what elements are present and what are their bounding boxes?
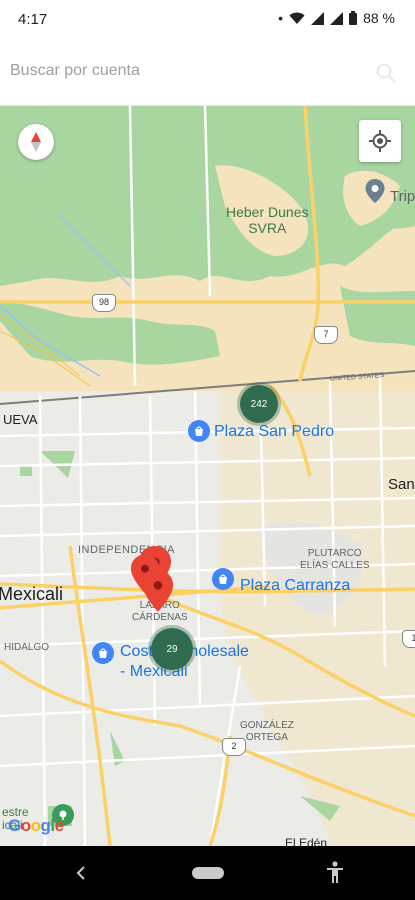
wifi-icon [289, 12, 305, 24]
district-label-plutarco: PLUTARCO ELÍAS CALLES [300, 548, 370, 571]
cluster-marker-242[interactable]: 242 [237, 382, 281, 426]
location-pin-icon[interactable] [364, 179, 386, 203]
place-label-tripl: Tripl [390, 188, 415, 205]
place-label-plaza-san-pedro[interactable]: Plaza San Pedro [214, 423, 334, 441]
signal-icon [311, 11, 325, 25]
park-label: Heber Dunes SVRA [226, 204, 309, 236]
my-location-icon [369, 130, 391, 152]
search-input[interactable] [10, 62, 370, 80]
status-icons: • 88 % [278, 10, 395, 26]
battery-percent: 88 % [363, 10, 395, 26]
shopping-bag-icon[interactable] [92, 642, 114, 664]
my-location-button[interactable] [359, 120, 401, 162]
district-label-nueva: UEVA [3, 412, 38, 427]
accessibility-icon[interactable] [325, 860, 345, 884]
compass-icon [31, 132, 41, 152]
cluster-marker-29[interactable]: 29 [148, 625, 196, 673]
map-pin-marker[interactable] [142, 570, 174, 612]
district-label-gonzalez: GONZÁLEZ ORTEGA [240, 720, 294, 743]
back-icon[interactable] [70, 861, 92, 885]
district-label-hidalgo: HIDALGO [4, 642, 50, 653]
map-view[interactable]: Heber Dunes SVRA Tripl Mexicali UEVA San… [0, 106, 415, 846]
status-bar: 4:17 • 88 % [0, 0, 415, 42]
route-shield-2: 2 [222, 738, 246, 756]
home-button[interactable] [192, 867, 224, 879]
map-canvas [0, 106, 415, 846]
battery-icon [349, 11, 358, 25]
route-shield-7: 7 [314, 326, 338, 344]
google-logo: Google [8, 816, 64, 835]
signal-icon-2 [330, 11, 344, 25]
place-label-eleden: El Edén [285, 836, 328, 846]
city-label: Mexicali [0, 584, 64, 604]
place-label-plaza-carranza[interactable]: Plaza Carranza [240, 577, 350, 595]
route-shield-98: 98 [92, 294, 116, 312]
route-shield-1: 1 [402, 630, 415, 648]
search-icon[interactable] [375, 62, 397, 84]
notification-dot: • [278, 10, 284, 26]
compass-button[interactable] [18, 124, 54, 160]
shopping-bag-icon[interactable] [188, 420, 210, 442]
shopping-bag-icon[interactable] [212, 568, 234, 590]
status-time: 4:17 [18, 11, 48, 28]
place-label-san: San [388, 476, 415, 493]
search-bar [0, 42, 415, 106]
navigation-bar [0, 846, 415, 900]
